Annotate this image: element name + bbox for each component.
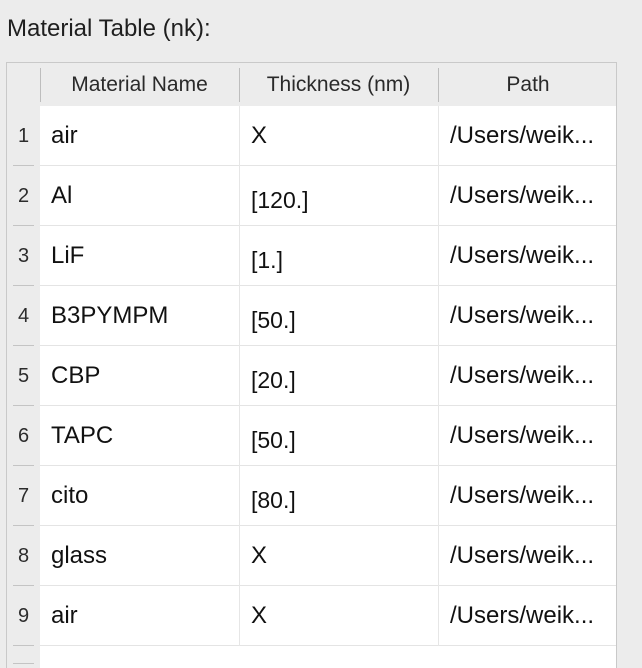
thickness-cell[interactable]: [80.] xyxy=(251,466,437,529)
table-empty-area[interactable] xyxy=(40,646,616,668)
row-number[interactable]: 6 xyxy=(7,406,40,466)
material-name-cell[interactable]: air xyxy=(51,106,237,165)
column-divider xyxy=(438,226,439,286)
table-row[interactable]: 7 cito [80.] /Users/weik... xyxy=(7,466,616,529)
column-divider xyxy=(239,166,240,226)
row-cells: Al [120.] /Users/weik... xyxy=(40,166,616,229)
material-name-cell[interactable]: cito xyxy=(51,466,237,525)
row-number[interactable]: 3 xyxy=(7,226,40,286)
table-row[interactable]: 1 air X /Users/weik... xyxy=(7,106,616,166)
column-divider xyxy=(239,346,240,406)
row-number[interactable]: 2 xyxy=(7,166,40,226)
path-cell[interactable]: /Users/weik... xyxy=(450,466,616,525)
column-divider xyxy=(239,106,240,166)
path-cell[interactable]: /Users/weik... xyxy=(450,346,616,405)
column-divider xyxy=(438,106,439,166)
row-number[interactable]: 4 xyxy=(7,286,40,346)
material-table-title: Material Table (nk): xyxy=(7,15,211,42)
path-cell[interactable]: /Users/weik... xyxy=(450,106,616,165)
material-name-cell[interactable]: TAPC xyxy=(51,406,237,465)
row-cells: air X /Users/weik... xyxy=(40,106,616,166)
row-cells: CBP [20.] /Users/weik... xyxy=(40,346,616,409)
column-divider xyxy=(438,286,439,346)
table-row[interactable]: 8 glass X /Users/weik... xyxy=(7,526,616,586)
row-cells: cito [80.] /Users/weik... xyxy=(40,466,616,529)
column-divider xyxy=(438,466,439,526)
row-divider xyxy=(13,645,34,646)
thickness-cell[interactable]: [1.] xyxy=(251,226,437,289)
path-cell[interactable]: /Users/weik... xyxy=(450,166,616,225)
table-row[interactable]: 3 LiF [1.] /Users/weik... xyxy=(7,226,616,289)
row-number[interactable]: 5 xyxy=(7,346,40,406)
column-divider xyxy=(239,406,240,466)
column-divider xyxy=(239,286,240,346)
table-corner[interactable] xyxy=(7,63,40,106)
path-cell[interactable]: /Users/weik... xyxy=(450,526,616,585)
thickness-cell[interactable]: X xyxy=(251,586,437,645)
path-cell[interactable]: /Users/weik... xyxy=(450,586,616,645)
material-name-cell[interactable]: LiF xyxy=(51,226,237,285)
material-name-cell[interactable]: Al xyxy=(51,166,237,225)
path-cell[interactable]: /Users/weik... xyxy=(450,286,616,345)
row-number[interactable]: 9 xyxy=(7,586,40,646)
column-header-path[interactable]: Path xyxy=(438,63,616,106)
material-name-cell[interactable]: B3PYMPM xyxy=(51,286,237,345)
column-divider xyxy=(239,586,240,646)
row-cells: B3PYMPM [50.] /Users/weik... xyxy=(40,286,616,349)
row-cells: TAPC [50.] /Users/weik... xyxy=(40,406,616,469)
column-divider xyxy=(438,346,439,406)
thickness-cell[interactable]: [50.] xyxy=(251,286,437,349)
row-number[interactable]: 8 xyxy=(7,526,40,586)
column-divider xyxy=(438,166,439,226)
table-row[interactable]: 5 CBP [20.] /Users/weik... xyxy=(7,346,616,409)
row-cells: air X /Users/weik... xyxy=(40,586,616,646)
thickness-cell[interactable]: [20.] xyxy=(251,346,437,409)
row-number[interactable]: 1 xyxy=(7,106,40,166)
column-header-material-name[interactable]: Material Name xyxy=(40,63,239,106)
material-table[interactable]: Material Name Thickness (nm) Path 1 air … xyxy=(6,62,617,668)
column-divider xyxy=(438,526,439,586)
thickness-cell[interactable]: [50.] xyxy=(251,406,437,469)
table-row[interactable]: 9 air X /Users/weik... xyxy=(7,586,616,646)
column-divider xyxy=(239,466,240,526)
path-cell[interactable]: /Users/weik... xyxy=(450,406,616,465)
column-divider xyxy=(438,586,439,646)
row-cells: LiF [1.] /Users/weik... xyxy=(40,226,616,289)
table-row[interactable]: 2 Al [120.] /Users/weik... xyxy=(7,166,616,229)
table-header: Material Name Thickness (nm) Path xyxy=(7,63,616,106)
thickness-cell[interactable]: X xyxy=(251,106,437,165)
column-divider xyxy=(438,406,439,466)
column-header-thickness[interactable]: Thickness (nm) xyxy=(239,63,438,106)
path-cell[interactable]: /Users/weik... xyxy=(450,226,616,285)
row-cells: glass X /Users/weik... xyxy=(40,526,616,586)
table-row[interactable]: 4 B3PYMPM [50.] /Users/weik... xyxy=(7,286,616,349)
material-name-cell[interactable]: CBP xyxy=(51,346,237,405)
row-divider xyxy=(13,663,34,664)
thickness-cell[interactable]: [120.] xyxy=(251,166,437,229)
material-name-cell[interactable]: air xyxy=(51,586,237,645)
thickness-cell[interactable]: X xyxy=(251,526,437,585)
table-row[interactable]: 6 TAPC [50.] /Users/weik... xyxy=(7,406,616,469)
material-name-cell[interactable]: glass xyxy=(51,526,237,585)
column-divider xyxy=(239,226,240,286)
row-number[interactable]: 7 xyxy=(7,466,40,526)
column-divider xyxy=(239,526,240,586)
